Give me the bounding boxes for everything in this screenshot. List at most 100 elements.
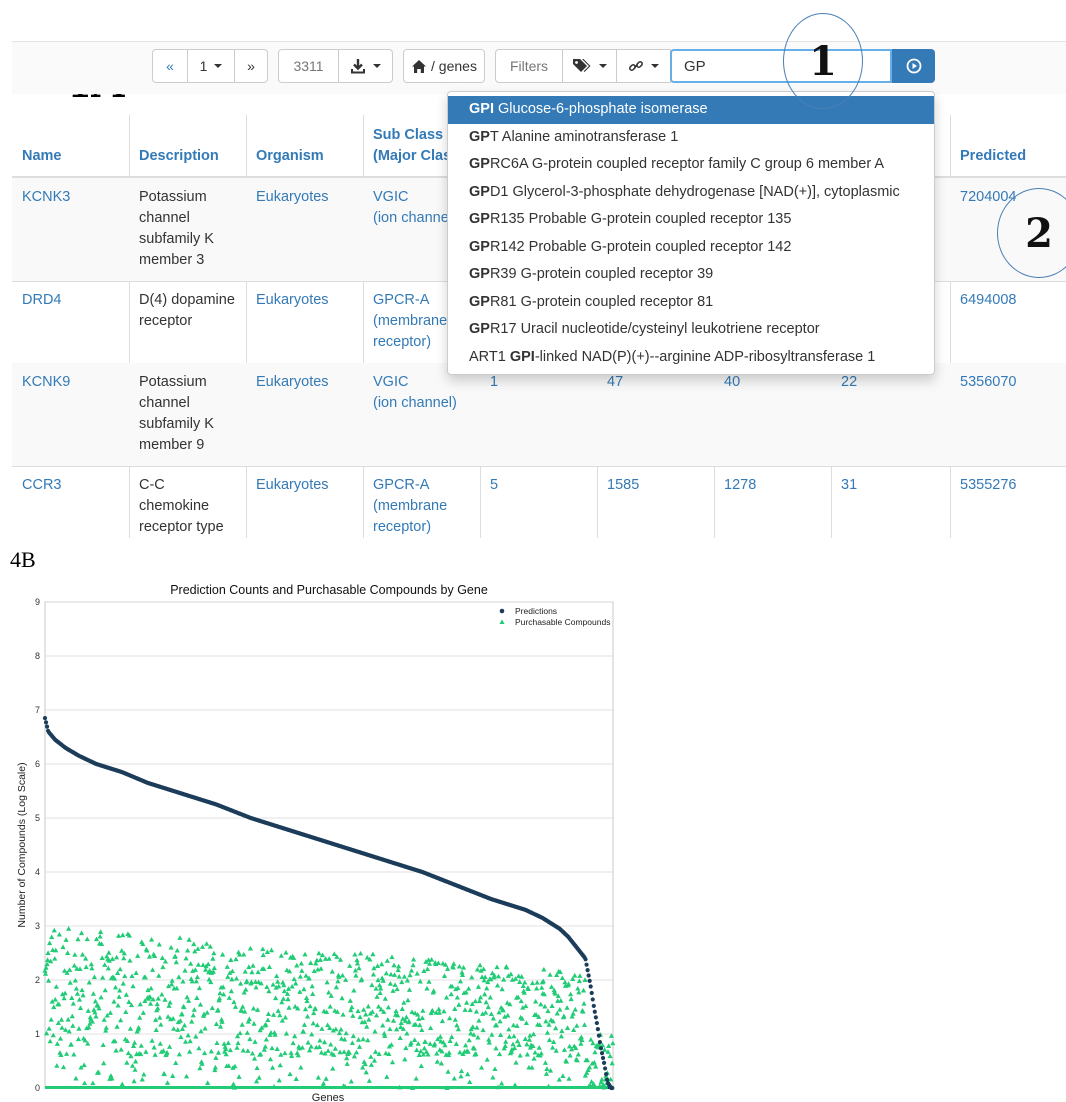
- chevron-down-icon: [373, 64, 381, 68]
- suggestion-item[interactable]: GPD1 Glycerol-3-phosphate dehydrogenase …: [448, 179, 934, 207]
- purchasable-point: [473, 1008, 480, 1014]
- cell-organism-text[interactable]: Eukaryotes: [256, 189, 329, 205]
- purchasable-point: [171, 1026, 177, 1031]
- purchasable-point: [73, 1075, 79, 1081]
- purchasable-point: [482, 991, 488, 997]
- cell-c6-text[interactable]: 1585: [607, 477, 639, 493]
- cell-name-text[interactable]: KCNK3: [22, 189, 70, 205]
- table-cell-predicted: 6494008: [950, 281, 1066, 364]
- purchasable-point: [112, 984, 119, 990]
- purchasable-point: [560, 1073, 566, 1078]
- purchasable-point: [99, 955, 105, 961]
- cell-c5-text[interactable]: 5: [490, 477, 498, 493]
- cell-name-text[interactable]: KCNK9: [22, 374, 70, 390]
- search-submit-button[interactable]: [892, 49, 935, 83]
- column-header-description[interactable]: Description: [129, 115, 247, 178]
- home-genes-button[interactable]: / genes: [403, 49, 485, 83]
- purchasable-point: [187, 1038, 193, 1044]
- prev-page-button[interactable]: «: [152, 49, 188, 83]
- cell-predicted-text[interactable]: 5356070: [960, 374, 1016, 390]
- purchasable-point: [224, 964, 230, 969]
- link-button[interactable]: [616, 49, 671, 83]
- purchasable-point: [70, 1023, 76, 1028]
- purchasable-point: [406, 987, 413, 992]
- cell-organism-text[interactable]: Eukaryotes: [256, 374, 329, 390]
- suggestion-item[interactable]: GPI Glucose-6-phosphate isomerase: [448, 96, 934, 124]
- purchasable-point: [246, 964, 252, 970]
- purchasable-point: [293, 1076, 299, 1081]
- next-page-button[interactable]: »: [234, 49, 268, 83]
- purchasable-point: [339, 995, 345, 1001]
- cell-c7-text[interactable]: 40: [724, 374, 740, 390]
- cell-c8-text[interactable]: 31: [841, 477, 857, 493]
- purchasable-point: [233, 975, 240, 981]
- cell-predicted-text[interactable]: 6494008: [960, 292, 1016, 308]
- suggestion-item[interactable]: GPR81 G-protein coupled receptor 81: [448, 289, 934, 317]
- purchasable-point: [379, 975, 385, 981]
- purchasable-point: [270, 1012, 277, 1017]
- purchasable-point: [493, 1045, 499, 1051]
- purchasable-point: [570, 1010, 576, 1016]
- cell-subclass-text[interactable]: GPCR-A: [373, 477, 429, 493]
- table-cell-predicted: 5355276: [950, 466, 1066, 538]
- purchasable-point: [476, 1017, 482, 1023]
- purchasable-point: [363, 1069, 369, 1075]
- cell-major-class-text[interactable]: (ion channel): [373, 395, 457, 411]
- purchasable-point: [326, 956, 332, 961]
- cell-subclass-text[interactable]: VGIC: [373, 189, 408, 205]
- cell-organism-text[interactable]: Eukaryotes: [256, 292, 329, 308]
- cell-c6-text[interactable]: 47: [607, 374, 623, 390]
- purchasable-point: [103, 1025, 109, 1030]
- table-cell-predicted: 5356070: [950, 363, 1066, 467]
- suggestion-item[interactable]: GPR17 Uracil nucleotide/cysteinyl leukot…: [448, 316, 934, 344]
- purchasable-point: [523, 1020, 529, 1026]
- cell-major-class-text[interactable]: (membrane receptor): [373, 313, 447, 350]
- suggestion-item[interactable]: GPT Alanine aminotransferase 1: [448, 124, 934, 152]
- tags-button[interactable]: [562, 49, 617, 83]
- purchasable-point: [391, 962, 397, 968]
- suggestion-item[interactable]: GPR135 Probable G-protein coupled recept…: [448, 206, 934, 234]
- filters-button[interactable]: Filters: [495, 49, 563, 83]
- purchasable-point: [101, 1060, 107, 1066]
- cell-organism-text[interactable]: Eukaryotes: [256, 477, 329, 493]
- cell-subclass-text[interactable]: GPCR-A: [373, 292, 429, 308]
- purchasable-point: [60, 1064, 67, 1070]
- column-header-name[interactable]: Name: [12, 115, 130, 178]
- cell-subclass-text[interactable]: VGIC: [373, 374, 408, 390]
- cell-major-class-text[interactable]: (membrane receptor): [373, 498, 447, 535]
- purchasable-point: [65, 1016, 71, 1022]
- column-header-organism[interactable]: Organism: [246, 115, 364, 178]
- cell-c7-text[interactable]: 1278: [724, 477, 756, 493]
- purchasable-point: [102, 987, 108, 993]
- cell-major-class-text[interactable]: (ion channel): [373, 210, 457, 226]
- suggestion-item[interactable]: GPRC6A G-protein coupled receptor family…: [448, 151, 934, 179]
- purchasable-point: [273, 995, 279, 1001]
- purchasable-point: [139, 1076, 145, 1082]
- cell-predicted-text[interactable]: 5355276: [960, 477, 1016, 493]
- suggestion-item[interactable]: ART1 GPI-linked NAD(P)(+)--arginine ADP-…: [448, 344, 934, 372]
- suggestion-item[interactable]: GPR142 Probable G-protein coupled recept…: [448, 234, 934, 262]
- purchasable-point: [406, 1018, 412, 1024]
- purchasable-point: [547, 972, 553, 977]
- download-button[interactable]: [338, 49, 393, 83]
- purchasable-point: [407, 972, 413, 978]
- cell-name-text[interactable]: CCR3: [22, 477, 61, 493]
- purchasable-point: [106, 950, 112, 955]
- purchasable-point: [211, 965, 217, 971]
- purchasable-point: [577, 973, 583, 978]
- cell-name-text[interactable]: DRD4: [22, 292, 61, 308]
- purchasable-point: [229, 968, 235, 974]
- purchasable-point: [167, 999, 173, 1005]
- purchasable-point: [247, 945, 254, 951]
- purchasable-point: [462, 1042, 469, 1048]
- cell-c8-text[interactable]: 22: [841, 374, 857, 390]
- purchasable-point: [370, 971, 377, 977]
- suggestion-item[interactable]: GPR39 G-protein coupled receptor 39: [448, 261, 934, 289]
- cell-c5-text[interactable]: 1: [490, 374, 498, 390]
- page-select-button[interactable]: 1: [187, 49, 235, 83]
- purchasable-point: [319, 1026, 325, 1031]
- purchasable-point: [443, 994, 450, 1000]
- purchasable-point: [293, 980, 299, 986]
- purchasable-point: [148, 985, 154, 991]
- column-header-predicted[interactable]: Predicted: [950, 115, 1066, 178]
